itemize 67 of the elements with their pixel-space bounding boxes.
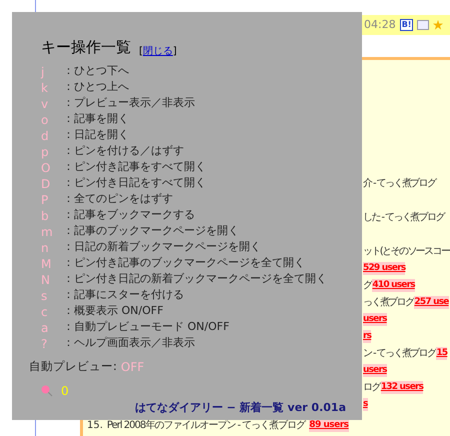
key-description: ：ひとつ下へ xyxy=(63,63,129,80)
key-description: ：プレビュー表示／非表示 xyxy=(63,95,195,112)
key-description: ：ピン付き記事をすべて開く xyxy=(63,159,206,176)
key-label: o xyxy=(40,112,50,128)
pin-icon xyxy=(41,384,53,396)
key-label: j xyxy=(40,64,46,80)
key-label: m xyxy=(40,224,54,240)
users-count[interactable]: 15 xyxy=(436,346,448,360)
key-description: ：ひとつ上へ xyxy=(63,79,129,96)
users-count[interactable]: 257 use xyxy=(414,296,449,310)
key-description: ：ピンを付ける／はずす xyxy=(63,143,184,160)
bracket-text: ] xyxy=(172,44,177,58)
key-label: M xyxy=(40,256,52,272)
bracket-text: [ xyxy=(139,44,143,58)
key-description: ：ピン付き日記の新着ブックマークページを全て開く xyxy=(63,271,327,288)
entry-title[interactable]: っく煮ブログ xyxy=(363,295,414,310)
key-description: ：ピン付き記事のブックマークページを全て開く xyxy=(63,255,305,272)
key-description: ：全てのピンをはずす xyxy=(63,191,173,208)
entry-title[interactable]: ット(とそのソースコー xyxy=(363,244,450,259)
comment-icon[interactable] xyxy=(417,20,430,30)
auto-preview-label: 自動プレビュー: xyxy=(29,358,117,375)
users-count[interactable]: users xyxy=(363,312,387,326)
users-count[interactable]: users xyxy=(363,364,387,378)
key-label: D xyxy=(40,176,52,192)
entry-title[interactable]: Perl 2008年のファイルオープン - てっく煮ブログ xyxy=(106,418,306,433)
key-label: ? xyxy=(40,336,48,352)
users-count[interactable]: 132 users xyxy=(380,380,424,394)
key-description: ：日記を開く xyxy=(63,127,129,144)
key-description: ：概要表示 ON/OFF xyxy=(63,303,164,320)
users-count[interactable]: 529 users xyxy=(363,262,406,276)
entry-title[interactable]: グ xyxy=(363,278,372,293)
key-label: a xyxy=(40,320,50,336)
key-description: ：ヘルプ画面表示／非表示 xyxy=(63,335,195,352)
entry-number: 15. xyxy=(87,419,103,433)
entry-title[interactable]: ログ xyxy=(363,380,380,395)
key-label: s xyxy=(40,288,48,304)
users-count[interactable]: rs xyxy=(363,330,372,344)
users-count[interactable]: s xyxy=(363,398,368,412)
bookmark-badge[interactable]: B! xyxy=(400,19,414,31)
key-label: c xyxy=(40,304,49,320)
key-label: k xyxy=(40,80,49,96)
star-icon[interactable] xyxy=(433,20,444,30)
entry-time: 04:28 xyxy=(364,16,396,33)
key-label: d xyxy=(40,128,50,144)
key-description: ：ピン付き日記をすべて開く xyxy=(63,175,206,192)
key-label: n xyxy=(40,240,50,256)
entry-title[interactable]: ン - てっく煮ブログ xyxy=(363,346,436,361)
key-description: ：自動プレビューモード ON/OFF xyxy=(63,319,230,336)
close-link[interactable]: 閉じる xyxy=(142,44,173,58)
entry-title[interactable]: 介 - てっく煮ブログ xyxy=(363,176,436,191)
key-label: P xyxy=(40,192,50,208)
key-label: v xyxy=(40,96,50,112)
key-label: O xyxy=(40,160,52,176)
key-description: ：記事にスターを付ける xyxy=(63,287,184,304)
footer-credit: はてなダイアリー − 新着一覧 ver 0.01a xyxy=(134,400,346,416)
pin-count: 0 xyxy=(61,382,69,400)
key-label: b xyxy=(40,208,50,224)
key-description: ：記事を開く xyxy=(63,111,129,128)
help-title: キー操作一覧 xyxy=(41,37,131,58)
key-description: ：記事をブックマークする xyxy=(63,207,195,224)
key-description: ：記事のブックマークページを開く xyxy=(63,223,239,240)
auto-preview-value: OFF xyxy=(120,358,144,376)
users-count[interactable]: 410 users xyxy=(372,278,415,292)
key-label: p xyxy=(40,144,50,160)
key-label: N xyxy=(40,272,51,288)
key-description: ：日記の新着ブックマークページを開く xyxy=(63,239,261,256)
entry-title[interactable]: した - てっく煮ブログ xyxy=(363,210,444,225)
